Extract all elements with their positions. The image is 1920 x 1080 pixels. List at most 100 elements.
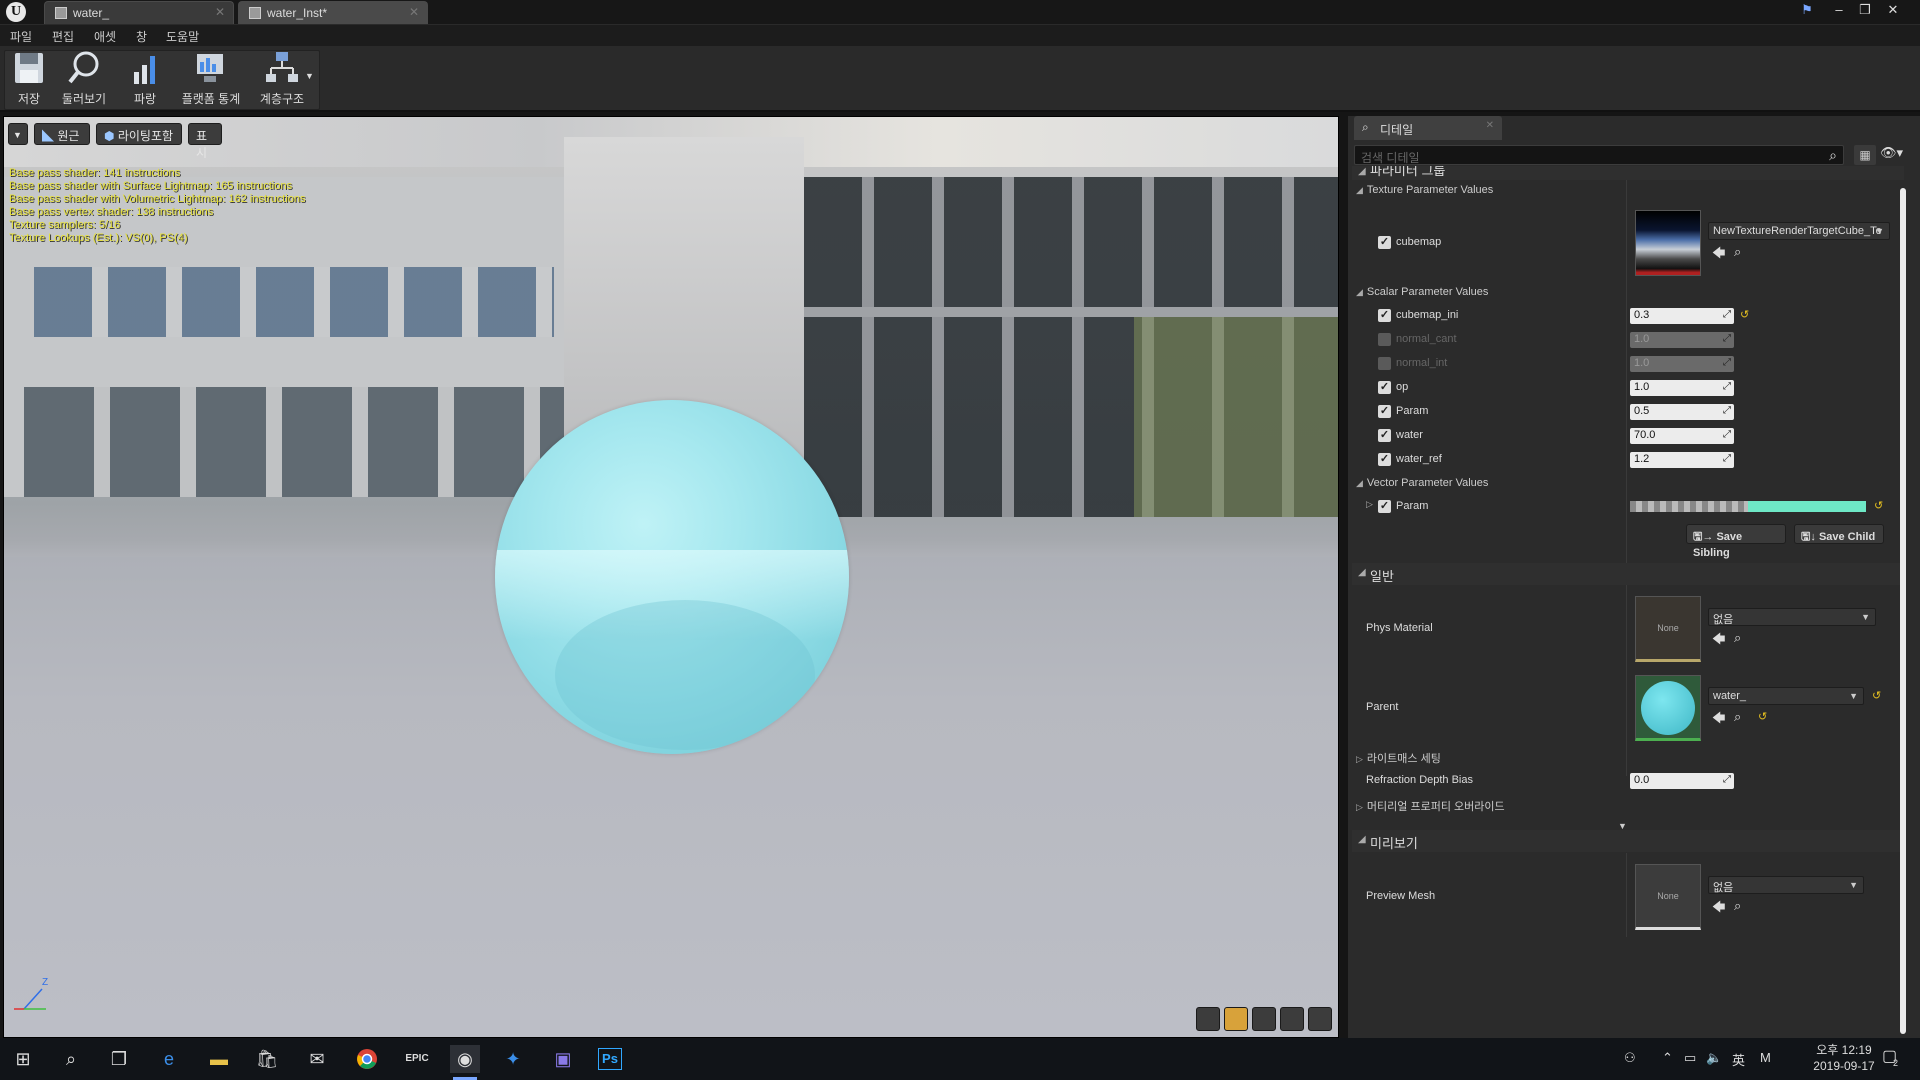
system-clock[interactable]: 오후 12:19 2019-09-17 (1812, 1042, 1876, 1074)
browse-asset-icon[interactable]: ⌕ (1734, 630, 1741, 646)
water-ref-checkbox[interactable]: ✓ (1378, 453, 1391, 466)
param-group-header[interactable]: ◢ 파라미터 그룹 (1352, 166, 1904, 180)
cubemap-ini-checkbox[interactable]: ✓ (1378, 309, 1391, 322)
lighting-mode-button[interactable]: ⬢ 라이팅포함 (96, 123, 182, 145)
sphere-preview-button[interactable] (1224, 1007, 1248, 1031)
general-section-header[interactable]: ◢ 일반 (1352, 563, 1904, 585)
photoshop-icon[interactable]: Ps (598, 1048, 622, 1070)
water-ref-value[interactable]: 1.2 ⤢ (1630, 452, 1734, 468)
use-selected-arrow-icon[interactable]: 🡄 (1712, 898, 1725, 920)
use-selected-arrow-icon[interactable]: 🡄 (1712, 709, 1725, 731)
vector-group-label[interactable]: ◢ Vector Parameter Values (1356, 477, 1488, 489)
chrome-icon[interactable] (352, 1045, 382, 1073)
blue-button[interactable]: 파랑 (124, 50, 166, 110)
cubemap-texture-thumbnail[interactable] (1635, 210, 1701, 276)
parent-material-thumbnail[interactable] (1635, 675, 1701, 741)
chevron-down-icon[interactable]: ▼ (305, 71, 314, 81)
task-view-icon[interactable]: ❐ (104, 1045, 134, 1073)
save-sibling-button[interactable]: 🖫→ Save Sibling (1686, 524, 1786, 559)
close-window-button[interactable]: ✕ (1882, 2, 1904, 18)
cubemap-asset-combo[interactable]: NewTextureRenderTargetCube_Te ▼ (1708, 222, 1890, 240)
vector-param-color-swatch[interactable] (1748, 501, 1866, 512)
preview-section-header[interactable]: ◢ 미리보기 (1352, 830, 1904, 852)
material-property-overrides-group[interactable]: ▷ 머티리얼 프로퍼티 오버라이드 (1356, 798, 1505, 814)
normal-cant-value[interactable]: 1.0 ⤢ (1630, 332, 1734, 348)
reset-to-default-icon[interactable]: ↺ (1872, 689, 1881, 702)
normal-int-checkbox[interactable]: ✓ (1378, 357, 1391, 370)
ime-mode-indicator[interactable]: M (1760, 1050, 1771, 1065)
normal-int-value[interactable]: 1.0 ⤢ (1630, 356, 1734, 372)
reset-to-default-icon[interactable]: ↺ (1740, 308, 1749, 321)
scalar-group-label[interactable]: ◢ Scalar Parameter Values (1356, 286, 1488, 298)
tray-overflow-icon[interactable]: ⌃ (1662, 1050, 1673, 1066)
save-child-button[interactable]: 🖫↓ Save Child (1794, 524, 1884, 544)
cubemap-checkbox[interactable]: ✓ (1378, 236, 1391, 249)
platform-stats-button[interactable]: 플랫폼 통계 (178, 50, 244, 110)
plane-preview-button[interactable] (1252, 1007, 1276, 1031)
feedback-icon[interactable]: ⚑ (1796, 2, 1818, 18)
menu-asset[interactable]: 애셋 (94, 28, 116, 45)
reset-to-default-icon[interactable]: ↺ (1758, 710, 1767, 723)
normal-cant-checkbox[interactable]: ✓ (1378, 333, 1391, 346)
param-value[interactable]: 0.5 ⤢ (1630, 404, 1734, 420)
grid-view-icon[interactable]: ▦ (1854, 145, 1876, 165)
store-icon[interactable]: 🛍 (252, 1045, 282, 1073)
browse-asset-icon[interactable]: ⌕ (1734, 898, 1741, 914)
visibility-eye-icon[interactable]: 👁▾ (1880, 145, 1914, 165)
close-icon[interactable]: ✕ (215, 5, 225, 19)
maximize-button[interactable]: ❐ (1854, 2, 1876, 18)
ime-language-indicator[interactable]: 英 (1732, 1050, 1745, 1069)
menu-help[interactable]: 도움말 (166, 28, 199, 45)
lightmass-settings-group[interactable]: ▷ 라이트매스 세팅 (1356, 750, 1441, 766)
op-checkbox[interactable]: ✓ (1378, 381, 1391, 394)
param-checkbox[interactable]: ✓ (1378, 405, 1391, 418)
vector-param-checkbox[interactable]: ✓ (1378, 500, 1391, 513)
cube-preview-button[interactable] (1280, 1007, 1304, 1031)
people-icon[interactable]: ⚇ (1624, 1050, 1636, 1066)
cubemap-ini-value[interactable]: 0.3 ⤢ (1630, 308, 1734, 324)
show-button[interactable]: 표시 (188, 123, 222, 160)
network-icon[interactable]: ▭ (1684, 1050, 1696, 1066)
save-button[interactable]: 저장 (8, 50, 50, 110)
menu-edit[interactable]: 편집 (52, 28, 74, 45)
epic-games-launcher-icon[interactable]: EPIC (402, 1045, 432, 1073)
material-viewport[interactable]: ▼ ◣ 원근 ⬢ 라이팅포함 표시 Base pass shader: 141 … (3, 116, 1339, 1038)
viewport-options-button[interactable]: ▼ (8, 123, 28, 145)
details-scrollbar[interactable] (1900, 188, 1906, 1034)
expand-icon[interactable]: ▷ (1366, 499, 1373, 510)
perspective-button[interactable]: ◣ 원근 (34, 123, 90, 145)
tab-water[interactable]: water_ ✕ (44, 1, 234, 24)
windows-start-icon[interactable]: ⊞ (8, 1045, 38, 1073)
op-value[interactable]: 1.0 ⤢ (1630, 380, 1734, 396)
refraction-depth-bias-value[interactable]: 0.0 ⤢ (1630, 773, 1734, 789)
water-checkbox[interactable]: ✓ (1378, 429, 1391, 442)
visual-studio-icon[interactable]: ▣ (548, 1045, 578, 1073)
preview-mesh-thumbnail[interactable]: None (1635, 864, 1701, 930)
texture-group-label[interactable]: ◢ Texture Parameter Values (1356, 184, 1493, 196)
close-icon[interactable]: ✕ (409, 5, 419, 19)
phys-material-combo[interactable]: 없음 ▼ (1708, 608, 1876, 626)
water-value[interactable]: 70.0 ⤢ (1630, 428, 1734, 444)
mail-icon[interactable]: ✉ (302, 1045, 332, 1073)
use-selected-arrow-icon[interactable]: 🡄 (1712, 630, 1725, 652)
details-tab[interactable]: ⌕ 디테일 ✕ (1354, 116, 1502, 140)
reset-to-default-icon[interactable]: ↺ (1874, 499, 1883, 512)
app-pinned-icon[interactable]: ✦ (498, 1045, 528, 1073)
unreal-editor-icon[interactable]: ◉ (450, 1045, 480, 1080)
search-icon[interactable]: ⌕ (56, 1045, 86, 1073)
minimize-button[interactable]: – (1828, 2, 1850, 17)
cylinder-preview-button[interactable] (1196, 1007, 1220, 1031)
tab-water-inst[interactable]: water_Inst* ✕ (238, 1, 428, 24)
close-icon[interactable]: ✕ (1486, 120, 1494, 131)
browse-button[interactable]: 둘러보기 (58, 50, 110, 110)
use-selected-arrow-icon[interactable]: 🡄 (1712, 244, 1725, 266)
edge-browser-icon[interactable]: e (154, 1045, 184, 1073)
browse-asset-icon[interactable]: ⌕ (1734, 709, 1741, 725)
browse-asset-icon[interactable]: ⌕ (1734, 244, 1741, 260)
preview-mesh-combo[interactable]: 없음 ▼ (1708, 876, 1864, 894)
mesh-preview-button[interactable] (1308, 1007, 1332, 1031)
details-search-input[interactable]: 검색 디테일 ⌕ (1354, 145, 1844, 165)
volume-icon[interactable]: 🔈 (1706, 1050, 1722, 1066)
file-explorer-icon[interactable]: ▬ (204, 1045, 234, 1073)
menu-file[interactable]: 파일 (10, 28, 32, 45)
